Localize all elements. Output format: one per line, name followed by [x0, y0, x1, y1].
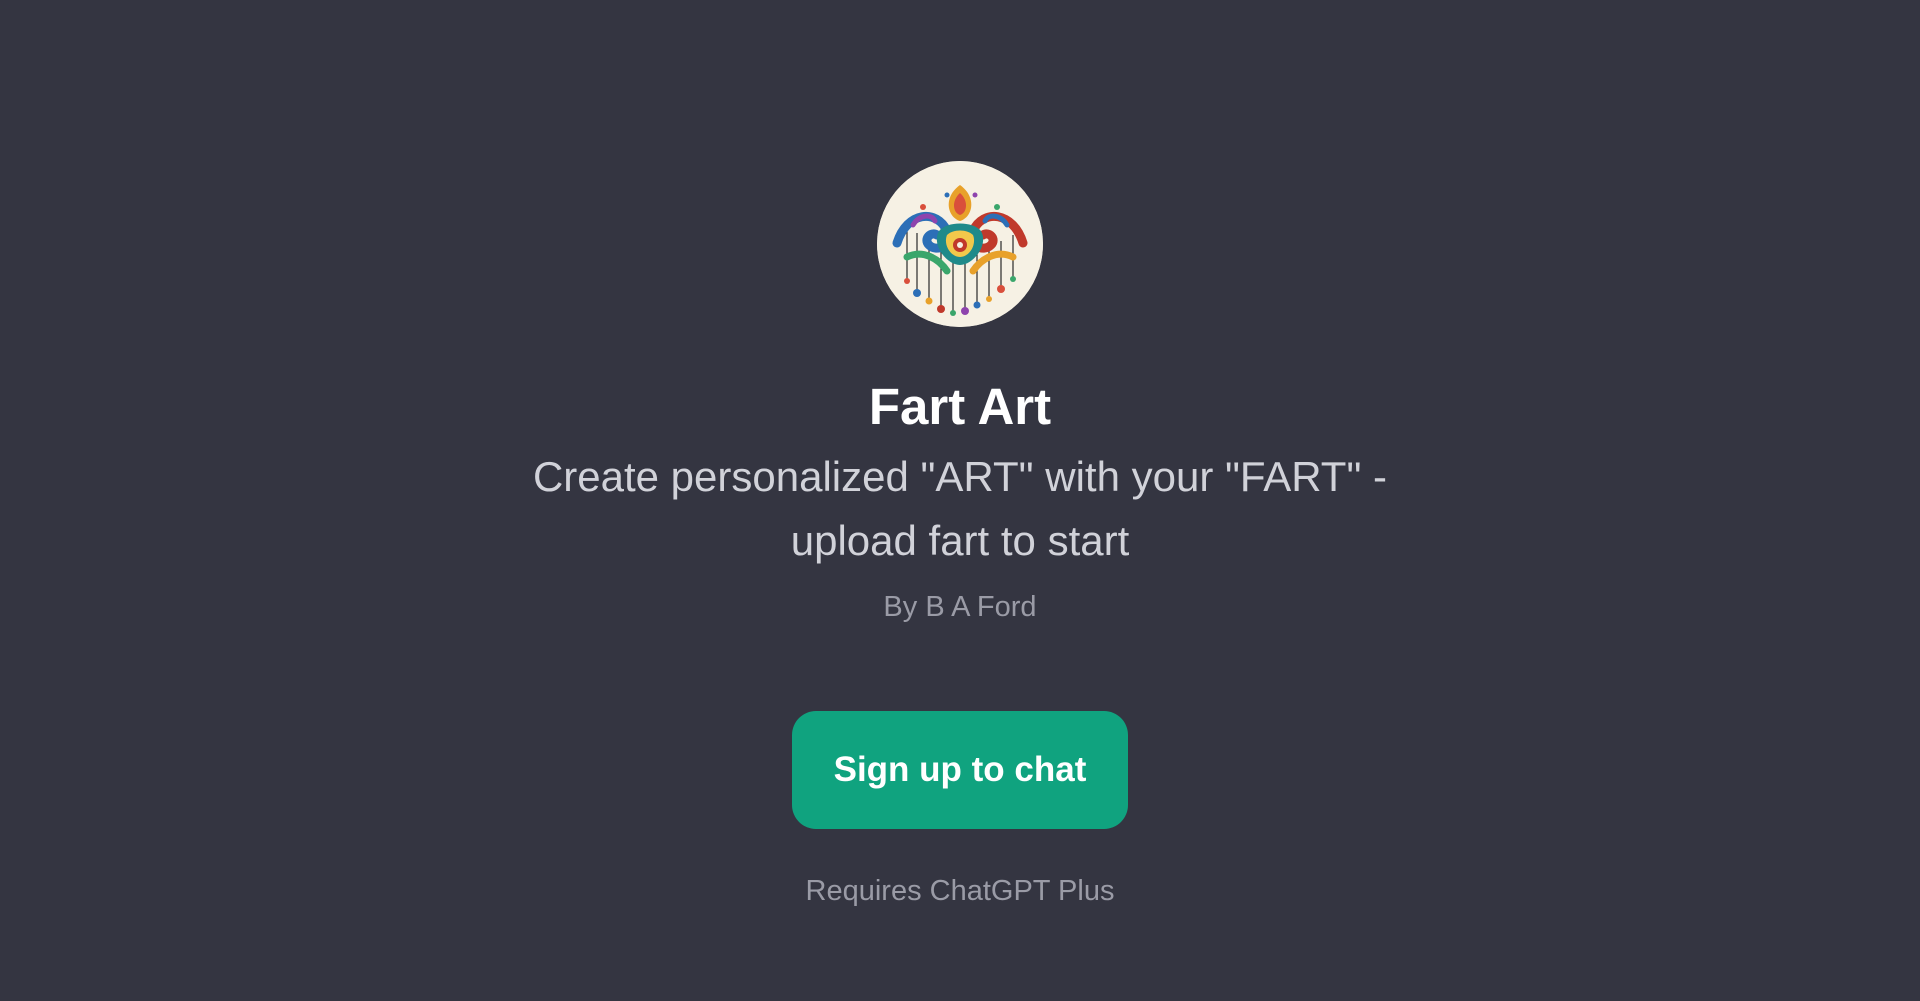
gpt-avatar — [877, 161, 1043, 327]
abstract-swirl-art-icon — [877, 161, 1043, 327]
gpt-landing-page: Fart Art Create personalized "ART" with … — [0, 0, 1920, 1001]
plan-requirement-note: Requires ChatGPT Plus — [805, 875, 1115, 907]
gpt-title: Fart Art — [868, 378, 1052, 435]
gpt-author: By B A Ford — [883, 591, 1037, 623]
gpt-description: Create personalized "ART" with your "FAR… — [532, 453, 1388, 564]
sign-up-to-chat-button[interactable]: Sign up to chat — [792, 711, 1128, 829]
